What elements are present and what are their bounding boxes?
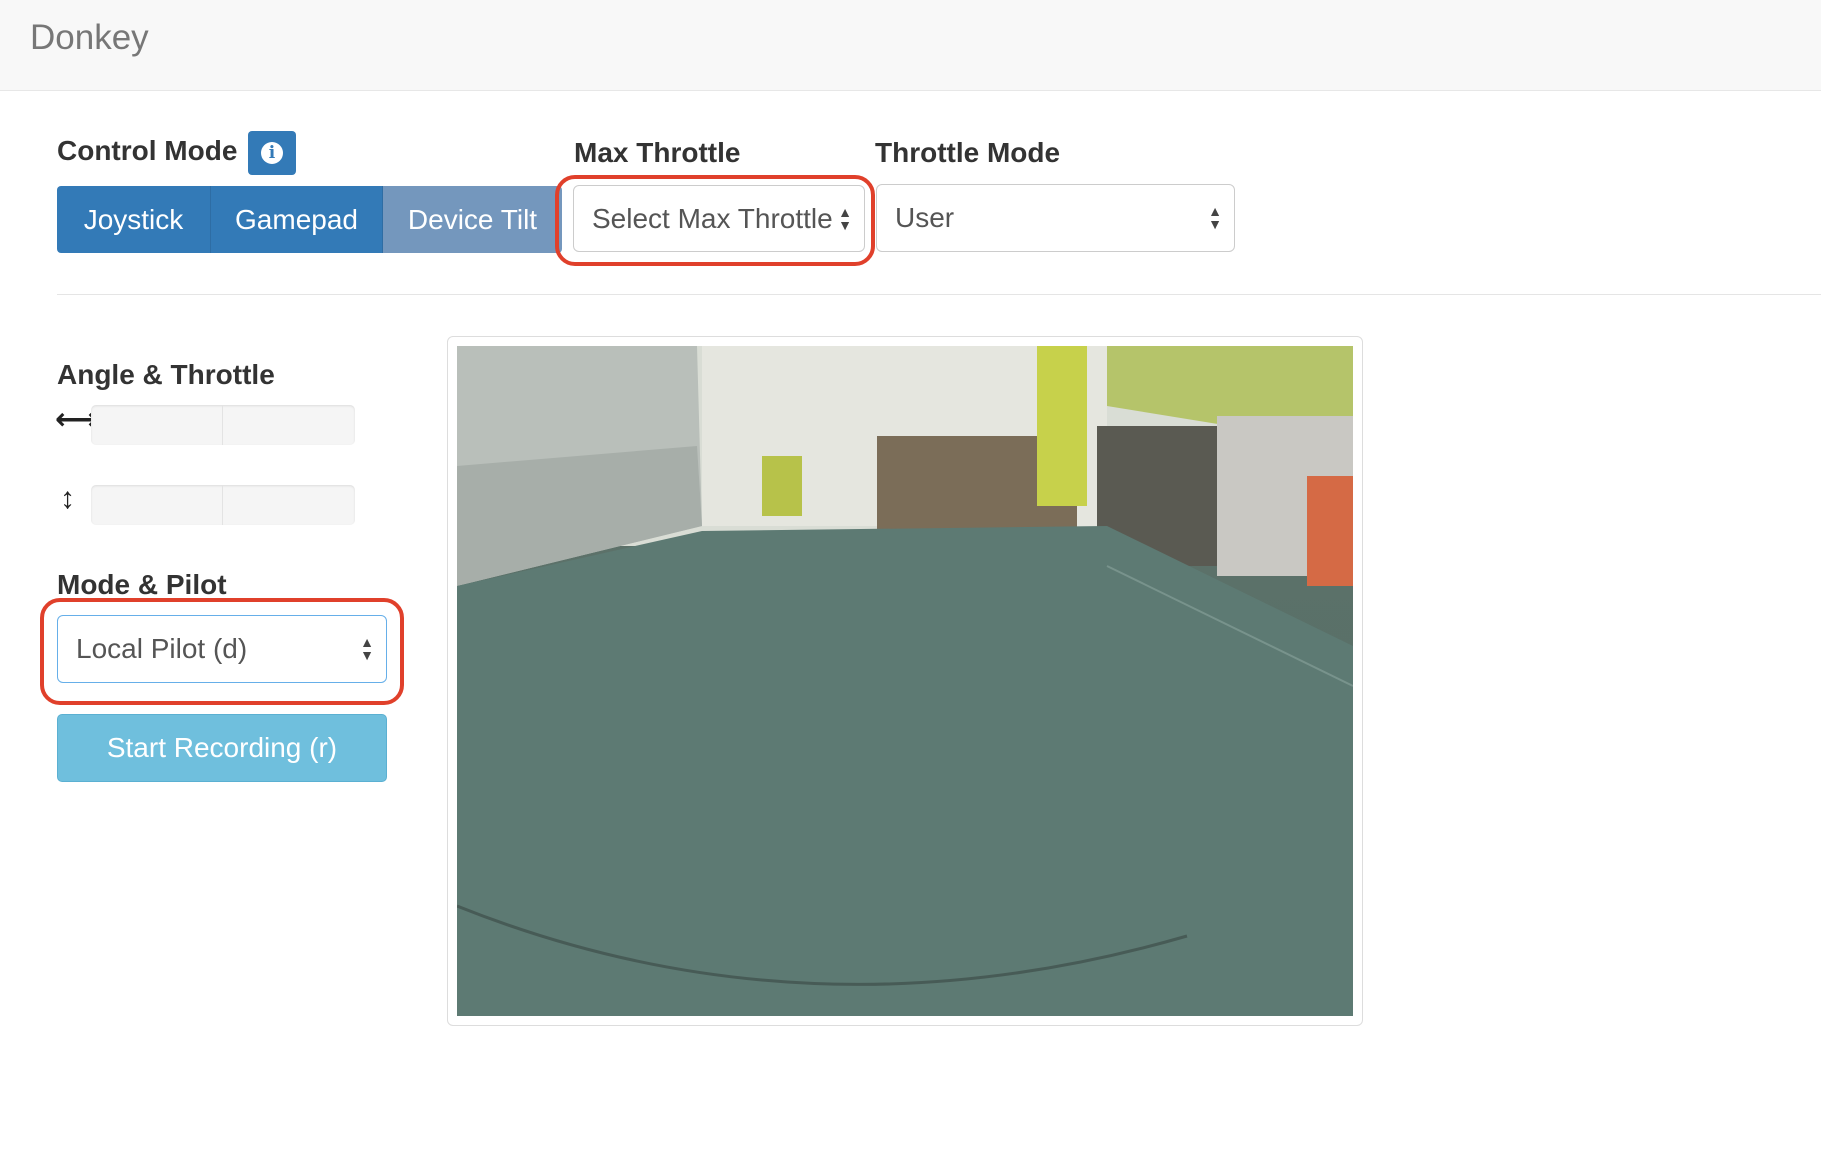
mode-pilot-select[interactable]: Local Pilot (d) ▲ ▼ bbox=[57, 615, 387, 683]
max-throttle-value: Select Max Throttle bbox=[592, 202, 833, 234]
vertical-arrows-icon: ↕ bbox=[60, 482, 75, 515]
throttle-mode-value: User bbox=[895, 202, 955, 233]
throttle-mode-label: Throttle Mode bbox=[875, 137, 1061, 168]
divider bbox=[57, 294, 1821, 295]
camera-thumbnail bbox=[447, 336, 1363, 1026]
mode-pilot-label: Mode & Pilot bbox=[57, 569, 227, 600]
joystick-button[interactable]: Joystick bbox=[57, 186, 211, 253]
max-throttle-label: Max Throttle bbox=[574, 137, 741, 168]
control-mode-label: Control Mode bbox=[57, 135, 238, 166]
angle-throttle-label: Angle & Throttle bbox=[57, 359, 275, 390]
select-arrows-icon: ▲ ▼ bbox=[838, 203, 852, 233]
select-arrows-icon: ▲ ▼ bbox=[1208, 203, 1222, 232]
gamepad-button[interactable]: Gamepad bbox=[211, 186, 383, 253]
select-arrows-icon: ▲ ▼ bbox=[360, 634, 374, 663]
angle-bar bbox=[91, 405, 355, 445]
navbar: Donkey bbox=[0, 0, 1821, 91]
mode-pilot-value: Local Pilot (d) bbox=[76, 633, 248, 664]
brand-title[interactable]: Donkey bbox=[30, 18, 149, 58]
throttle-mode-select[interactable]: User ▲ ▼ bbox=[876, 184, 1235, 252]
info-icon: i bbox=[261, 142, 283, 164]
throttle-bar bbox=[91, 485, 355, 525]
start-recording-button[interactable]: Start Recording (r) bbox=[57, 714, 387, 782]
camera-feed-image bbox=[457, 346, 1353, 1016]
control-mode-group: Joystick Gamepad Device Tilt bbox=[57, 186, 562, 253]
device-tilt-button[interactable]: Device Tilt bbox=[383, 186, 562, 253]
max-throttle-select[interactable]: Select Max Throttle ▲ ▼ bbox=[573, 185, 865, 252]
info-button[interactable]: i bbox=[248, 131, 296, 175]
